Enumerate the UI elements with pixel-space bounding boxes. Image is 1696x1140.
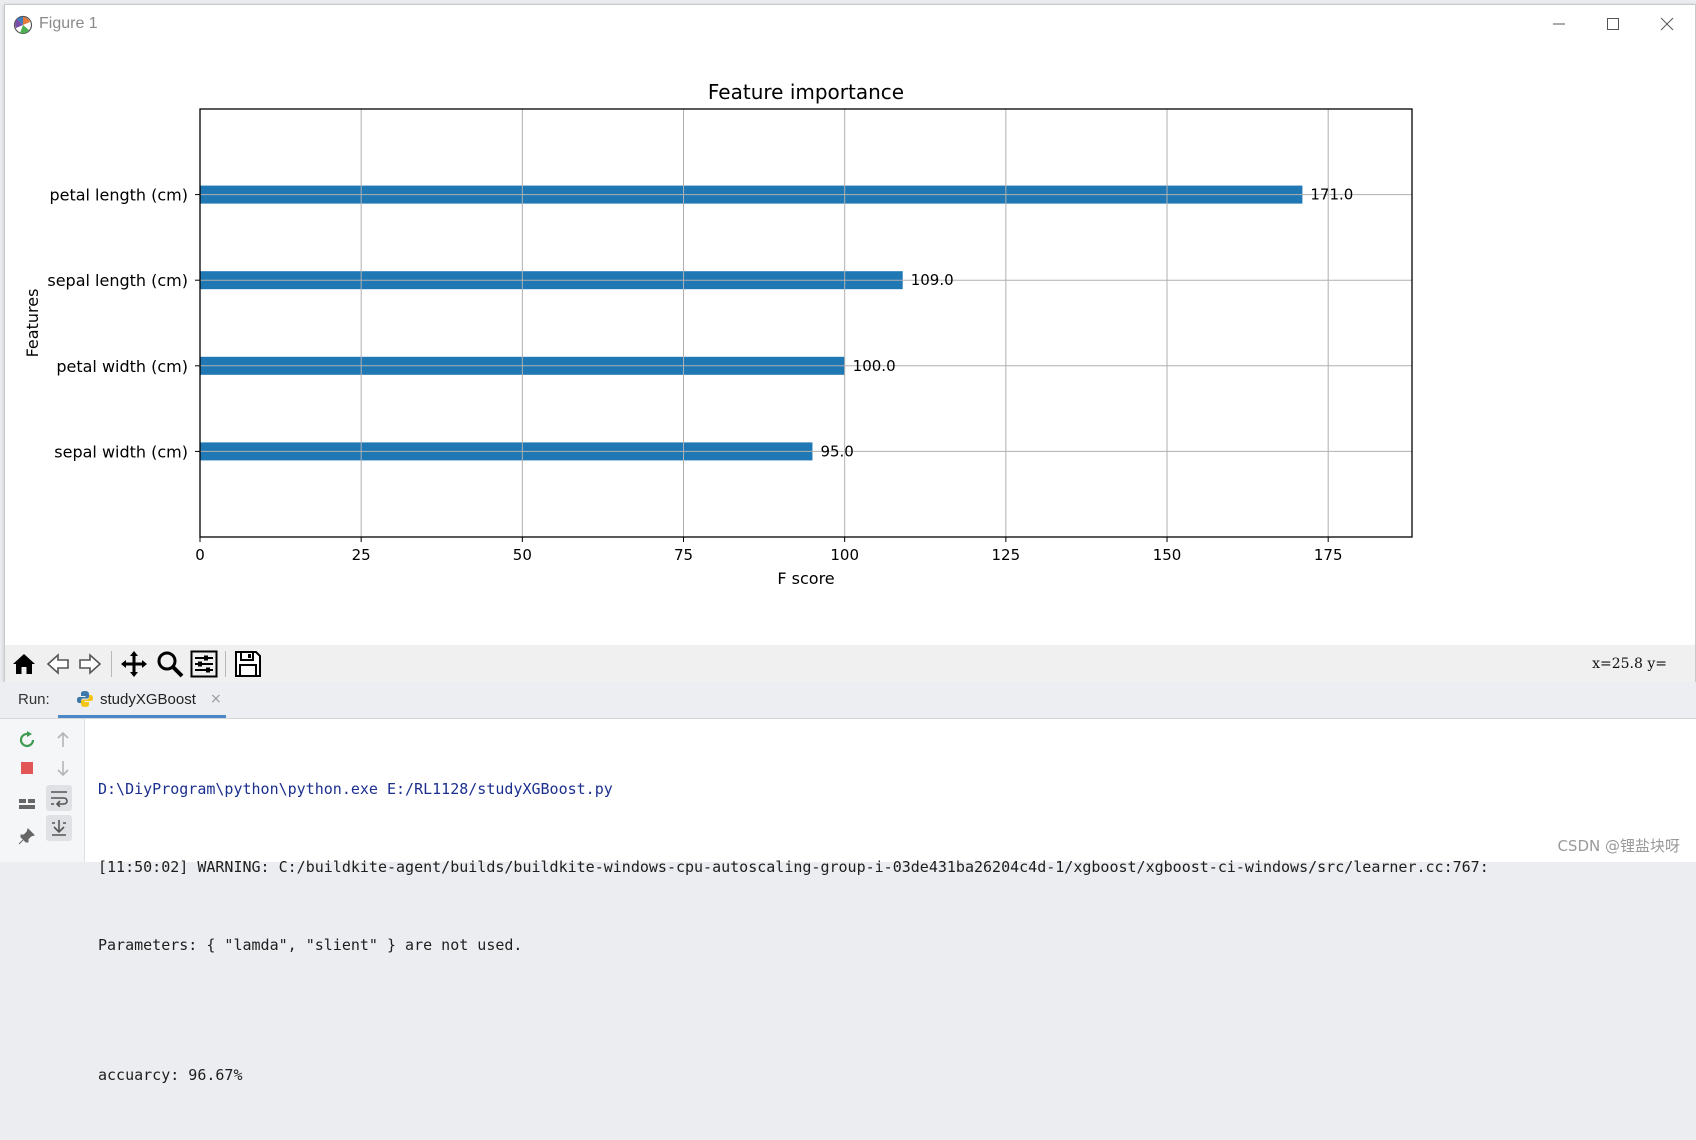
- console-line: Parameters: { "lamda", "slient" } are no…: [98, 936, 523, 954]
- forward-button[interactable]: [73, 648, 107, 680]
- bar-value-label: 100.0: [853, 357, 896, 375]
- home-button[interactable]: [7, 648, 41, 680]
- python-icon: [76, 690, 94, 712]
- layout-icon: [19, 799, 35, 809]
- close-icon: [1660, 17, 1674, 31]
- matplotlib-icon: [13, 15, 33, 35]
- pin-icon: [18, 828, 35, 845]
- stop-icon: [21, 762, 33, 774]
- forward-icon: [79, 653, 102, 675]
- figure-window: Figure 1 Feature importance F score Feat…: [4, 4, 1696, 683]
- configure-subplots-button[interactable]: [187, 648, 221, 680]
- bar-value-label: 109.0: [911, 271, 954, 289]
- y-axis-label: Features: [23, 289, 42, 358]
- run-sidebar: [0, 719, 85, 862]
- save-button[interactable]: [231, 648, 265, 680]
- bar-value-label: 171.0: [1310, 186, 1353, 204]
- x-tick-label: 100: [830, 546, 859, 564]
- toolbar-separator: [111, 651, 112, 677]
- console-line: D:\DiyProgram\python\python.exe E:/RL112…: [98, 780, 613, 798]
- console-line: accuarcy: 96.67%: [98, 1066, 243, 1084]
- zoom-icon: [157, 651, 184, 678]
- cursor-coordinates: x=25.8 y=: [1592, 656, 1667, 672]
- zoom-button[interactable]: [153, 648, 187, 680]
- window-title: Figure 1: [39, 15, 98, 32]
- home-icon: [13, 654, 35, 674]
- run-tab-label: studyXGBoost: [100, 691, 196, 708]
- bar-value-label: 95.0: [820, 442, 853, 460]
- maximize-button[interactable]: [1585, 5, 1641, 43]
- title-bar[interactable]: Figure 1: [5, 5, 1695, 43]
- pan-icon: [121, 651, 147, 677]
- layout-button[interactable]: [14, 791, 40, 817]
- run-label: Run:: [18, 691, 50, 708]
- configure-icon: [190, 650, 218, 678]
- soft-wrap-button[interactable]: [46, 785, 72, 811]
- y-tick-label: sepal length (cm): [47, 271, 188, 290]
- scroll-down-button[interactable]: [50, 755, 76, 781]
- maximize-icon: [1607, 18, 1619, 30]
- run-panel: Run: studyXGBoost × D:\DiyProgram\python…: [0, 682, 1696, 1084]
- minimize-button[interactable]: [1531, 5, 1587, 43]
- x-tick-label: 125: [992, 546, 1021, 564]
- arrow-up-icon: [57, 731, 69, 747]
- bar-chart: Feature importance F score Features 0 25 5…: [23, 80, 1413, 588]
- y-tick-label: sepal width (cm): [54, 442, 188, 461]
- y-tick-label: petal width (cm): [56, 357, 188, 376]
- rerun-icon: [19, 731, 35, 748]
- run-tab-studyxgboost[interactable]: studyXGBoost ×: [58, 682, 226, 718]
- rerun-button[interactable]: [14, 727, 40, 753]
- plot-frame: [199, 108, 1413, 538]
- x-tick-label: 50: [513, 546, 532, 564]
- x-tick-label: 150: [1153, 546, 1182, 564]
- plot-canvas[interactable]: Feature importance F score Features 0 25 5…: [5, 43, 1695, 645]
- save-icon: [235, 651, 261, 677]
- arrow-down-icon: [57, 761, 69, 777]
- pin-button[interactable]: [14, 823, 40, 849]
- soft-wrap-icon: [51, 791, 68, 807]
- close-tab-icon[interactable]: ×: [210, 691, 222, 707]
- watermark: CSDN @锂盐块呀: [1557, 837, 1680, 855]
- back-icon: [46, 653, 69, 675]
- back-button[interactable]: [41, 648, 75, 680]
- x-tick-label: 0: [195, 546, 205, 564]
- console-output[interactable]: D:\DiyProgram\python\python.exe E:/RL112…: [98, 724, 1696, 1140]
- scroll-to-end-button[interactable]: [46, 815, 72, 841]
- x-tick-label: 75: [674, 546, 693, 564]
- x-axis-label: F score: [777, 569, 834, 588]
- scroll-up-button[interactable]: [50, 727, 76, 753]
- x-tick-label: 25: [352, 546, 371, 564]
- y-tick-label: petal length (cm): [49, 186, 188, 205]
- minimize-icon: [1553, 23, 1565, 25]
- close-button[interactable]: [1639, 5, 1695, 43]
- chart-title: Feature importance: [708, 80, 904, 104]
- console-line: [11:50:02] WARNING: C:/buildkite-agent/b…: [98, 858, 1489, 876]
- x-tick-label: 175: [1314, 546, 1343, 564]
- toolbar-separator: [225, 651, 226, 677]
- scroll-to-end-icon: [52, 820, 66, 836]
- stop-button[interactable]: [14, 755, 40, 781]
- pan-button[interactable]: [117, 648, 151, 680]
- matplotlib-toolbar: x=25.8 y=: [5, 645, 1695, 683]
- run-tab-bar: Run: studyXGBoost ×: [0, 682, 1696, 719]
